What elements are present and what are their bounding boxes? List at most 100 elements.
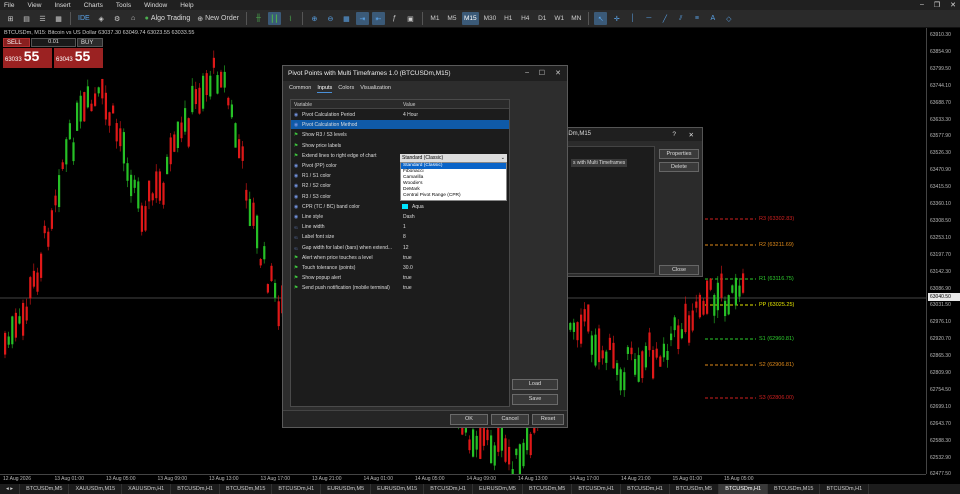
param-value[interactable]: 12 xyxy=(403,245,409,251)
text-tool-icon[interactable]: A xyxy=(706,12,719,25)
chart-tab[interactable]: BTCUSDm,M5 xyxy=(670,484,720,494)
chart-tab[interactable]: EURUSDm,M5 xyxy=(321,484,372,494)
param-row[interactable]: ⚑ Show price labels xyxy=(291,141,509,150)
minimize-icon[interactable]: – xyxy=(525,69,529,76)
timeframe-m1[interactable]: M1 xyxy=(428,12,442,25)
candlestick-icon[interactable]: ┃┃ xyxy=(267,12,281,25)
ide-button[interactable]: IDE xyxy=(76,12,92,25)
algo-trading-button[interactable]: ● Algo Trading xyxy=(143,12,193,25)
templates-icon[interactable]: ▣ xyxy=(404,12,417,25)
shapes-icon[interactable]: ◇ xyxy=(722,12,735,25)
indicator-list-item[interactable]: s with Multi Timeframes xyxy=(571,159,628,167)
close-icon[interactable]: ✕ xyxy=(950,1,956,9)
chart-tab[interactable]: EURUSDm,M15 xyxy=(371,484,425,494)
param-row[interactable]: ⚑ Alert when price touches a level true xyxy=(291,253,509,262)
chart-tab[interactable]: XAUUSDm,M15 xyxy=(69,484,123,494)
save-button[interactable]: Save xyxy=(512,394,558,405)
chart-tab[interactable]: BTCUSDm,M15 xyxy=(220,484,273,494)
param-row[interactable]: ⚑ Show popup alert true xyxy=(291,273,509,282)
calculation-method-select[interactable]: Standard (Classic) ⌄ xyxy=(400,154,507,162)
zoom-in-icon[interactable]: ⊕ xyxy=(308,12,321,25)
chart-shift-icon[interactable]: ⇤ xyxy=(371,12,385,25)
param-value[interactable]: 1 xyxy=(403,224,406,230)
timeframe-m5[interactable]: M5 xyxy=(445,12,459,25)
chart-tab[interactable]: BTCUSDm,M15 xyxy=(768,484,821,494)
menu-view[interactable]: View xyxy=(27,2,41,9)
fibonacci-icon[interactable]: ≡ xyxy=(690,12,703,25)
minimize-icon[interactable]: – xyxy=(920,1,924,9)
crosshair-icon[interactable]: ✛ xyxy=(610,12,623,25)
param-value[interactable]: true xyxy=(403,255,412,261)
param-row[interactable]: ₀₁ Label font size 8 xyxy=(291,232,509,241)
chart-tab[interactable]: BTCUSDm,H1 xyxy=(272,484,322,494)
menu-tools[interactable]: Tools xyxy=(116,2,131,9)
tab-inputs[interactable]: Inputs xyxy=(317,85,333,93)
param-row[interactable]: ◉ Pivot Calculation Method xyxy=(291,120,509,130)
profiles-icon[interactable]: ▤ xyxy=(20,12,33,25)
param-value[interactable]: 8 xyxy=(403,234,406,240)
tabs-scroll-icon[interactable]: ◂ ▸ xyxy=(0,484,21,494)
timeframe-mn[interactable]: MN xyxy=(569,12,583,25)
close-button[interactable]: Close xyxy=(659,265,699,275)
dropdown-option[interactable]: Central Pivot Range (CPR) xyxy=(401,193,506,199)
param-row[interactable]: ⚑ Send push notification (mobile terminal… xyxy=(291,283,509,292)
tab-colors[interactable]: Colors xyxy=(338,85,354,93)
menu-help[interactable]: Help xyxy=(180,2,193,9)
param-row[interactable]: ₀₁ Line width 1 xyxy=(291,222,509,231)
new-chart-icon[interactable]: ⊞ xyxy=(4,12,17,25)
chart-tab[interactable]: BTCUSDm,H1 xyxy=(171,484,220,494)
zoom-out-icon[interactable]: ⊖ xyxy=(324,12,337,25)
timeframe-h4[interactable]: H4 xyxy=(518,12,532,25)
bar-chart-icon[interactable]: ╫ xyxy=(252,12,265,25)
properties-button[interactable]: Properties xyxy=(659,149,699,159)
grid-icon[interactable]: ▦ xyxy=(340,12,353,25)
timeframe-w1[interactable]: W1 xyxy=(552,12,566,25)
param-row[interactable]: ◉ Pivot Calculation Period 4 Hour xyxy=(291,110,509,119)
menu-window[interactable]: Window xyxy=(144,2,167,9)
vertical-line-icon[interactable]: │ xyxy=(626,12,639,25)
chart-tab[interactable]: EURUSDm,M5 xyxy=(473,484,523,494)
menu-insert[interactable]: Insert xyxy=(54,2,70,9)
ok-button[interactable]: OK xyxy=(450,414,488,425)
chart-tab[interactable]: BTCUSDm,M5 xyxy=(523,484,573,494)
horizontal-line-icon[interactable]: ─ xyxy=(642,12,655,25)
restore-icon[interactable]: ❐ xyxy=(934,1,940,9)
chart-tab[interactable]: BTCUSDm,H1 xyxy=(424,484,473,494)
timeframe-m15[interactable]: M15 xyxy=(461,12,479,25)
param-value[interactable]: true xyxy=(403,285,412,291)
tab-visualization[interactable]: Visualization xyxy=(360,85,391,93)
param-row[interactable]: ⚑ Show R3 / S3 levels xyxy=(291,130,509,139)
chart-tab[interactable]: XAUUSDm,H1 xyxy=(122,484,172,494)
maximize-icon[interactable]: ☐ xyxy=(539,69,545,77)
delete-button[interactable]: Delete xyxy=(659,162,699,172)
param-value[interactable]: 4 Hour xyxy=(403,112,418,118)
param-value[interactable]: Aqua xyxy=(412,204,424,210)
reset-button[interactable]: Reset xyxy=(532,414,564,425)
cursor-icon[interactable]: ↖ xyxy=(594,12,608,25)
help-icon[interactable]: ? xyxy=(672,131,676,138)
chart-tab[interactable]: BTCUSDm,H1 xyxy=(621,484,670,494)
timeframe-m30[interactable]: M30 xyxy=(482,12,499,25)
close-icon[interactable]: ✕ xyxy=(689,131,694,139)
chart-tab[interactable]: BTCUSDm,H1 xyxy=(820,484,870,494)
market-watch-icon[interactable]: ☰ xyxy=(36,12,49,25)
chart-tab[interactable]: BTCUSDm,M5 xyxy=(20,484,70,494)
strategy-tester-icon[interactable]: ⚙ xyxy=(111,12,124,25)
timeframe-h1[interactable]: H1 xyxy=(501,12,515,25)
trendline-icon[interactable]: ╱ xyxy=(658,12,671,25)
channel-icon[interactable]: ⫽ xyxy=(674,12,687,25)
tab-common[interactable]: Common xyxy=(289,85,311,93)
indicators-icon[interactable]: ƒ xyxy=(388,12,401,25)
new-order-button[interactable]: ⊕ New Order xyxy=(195,12,241,25)
navigator-icon[interactable]: ▦ xyxy=(52,12,65,25)
close-icon[interactable]: ✕ xyxy=(555,69,561,77)
param-row[interactable]: ◉ CPR (TC / BC) band color Aqua xyxy=(291,202,509,211)
param-value[interactable]: 30.0 xyxy=(403,265,413,271)
autoscroll-icon[interactable]: ⇥ xyxy=(355,12,369,25)
param-value[interactable]: Dash xyxy=(403,214,415,220)
line-chart-icon[interactable]: ⌇ xyxy=(284,12,297,25)
param-value[interactable]: true xyxy=(403,275,412,281)
load-button[interactable]: Load xyxy=(512,379,558,390)
param-row[interactable]: ◉ Line style Dash xyxy=(291,212,509,221)
cancel-button[interactable]: Cancel xyxy=(491,414,529,425)
